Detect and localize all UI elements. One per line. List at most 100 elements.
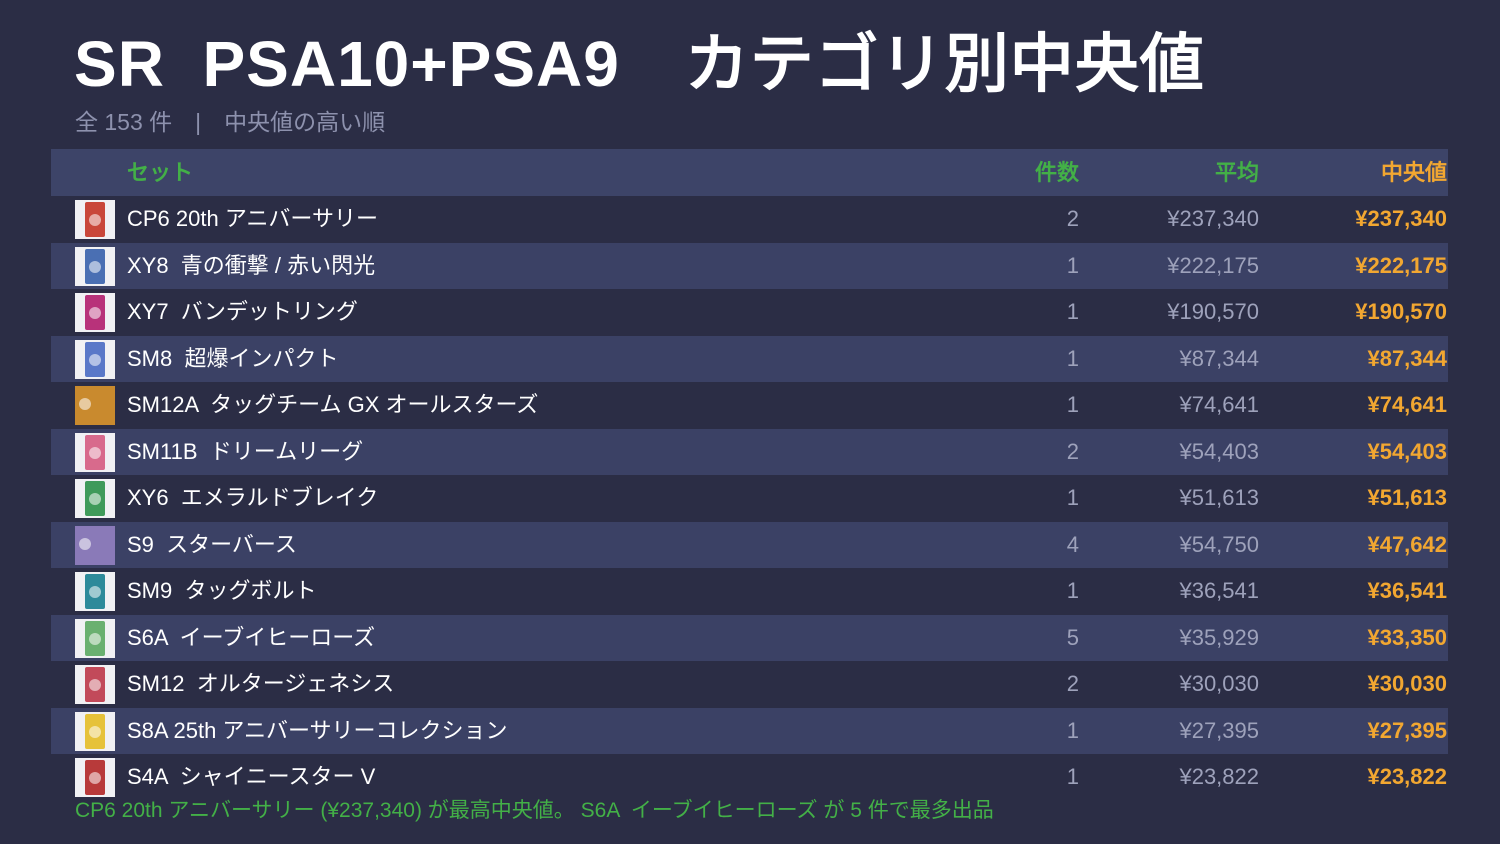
- header-median: 中央値: [1380, 160, 1447, 185]
- set-thumbnail: [75, 200, 115, 239]
- set-thumbnail: [75, 386, 115, 425]
- table-row: SM9 タッグボルト 1 ¥36,541 ¥36,541: [51, 568, 1448, 615]
- average-price: ¥87,344: [1179, 345, 1259, 371]
- median-price: ¥237,340: [1355, 206, 1447, 231]
- summary-footer: CP6 20th アニバーサリー (¥237,340) が最高中央値。 S6A …: [75, 799, 994, 822]
- average-price: ¥222,175: [1167, 252, 1259, 278]
- booster-pack-image: [85, 295, 105, 330]
- booster-pack-image: [85, 434, 105, 470]
- set-name: XY8 青の衝撃 / 赤い閃光: [127, 252, 376, 278]
- table-row: SM11B ドリームリーグ 2 ¥54,403 ¥54,403: [51, 428, 1448, 475]
- booster-pack-image: [85, 620, 105, 656]
- set-thumbnail: [75, 432, 115, 472]
- median-price: ¥23,822: [1367, 764, 1447, 789]
- item-count: 2: [1066, 671, 1079, 696]
- table-row: SM8 超爆インパクト 1 ¥87,344 ¥87,344: [51, 335, 1448, 382]
- median-price: ¥222,175: [1355, 252, 1447, 278]
- booster-pack-image: [85, 481, 105, 516]
- set-thumbnail: [75, 711, 115, 751]
- booster-pack-image: [85, 202, 105, 237]
- average-price: ¥51,613: [1179, 485, 1259, 510]
- average-price: ¥23,822: [1179, 764, 1259, 789]
- table-body: CP6 20th アニバーサリー 2 ¥237,340 ¥237,340 XY8 青の衝…: [51, 196, 1448, 801]
- item-count: 1: [1066, 485, 1079, 510]
- booster-pack-image: [85, 713, 105, 749]
- page-subtitle: 全 153 件 | 中央値の高い順: [75, 109, 386, 135]
- booster-pack-image: [75, 386, 115, 425]
- set-name: SM9 タッグボルト: [127, 578, 317, 603]
- set-name: SM8 超爆インパクト: [127, 345, 339, 371]
- item-count: 1: [1066, 252, 1079, 278]
- median-price: ¥33,350: [1367, 624, 1447, 650]
- set-thumbnail: [75, 525, 115, 565]
- average-price: ¥74,641: [1179, 392, 1259, 417]
- item-count: 1: [1066, 299, 1079, 324]
- set-thumbnail: [75, 479, 115, 518]
- average-price: ¥36,541: [1179, 578, 1259, 603]
- table-row: S9 スターバース 4 ¥54,750 ¥47,642: [51, 521, 1448, 568]
- median-price: ¥87,344: [1367, 345, 1447, 371]
- table-row: SM12A タッグチーム GX オールスターズ 1 ¥74,641 ¥74,641: [51, 382, 1448, 429]
- header-count: 件数: [1034, 160, 1079, 185]
- table-header: セット 件数 平均 中央値: [51, 149, 1448, 196]
- median-price: ¥36,541: [1367, 578, 1447, 603]
- average-price: ¥35,929: [1179, 624, 1259, 650]
- set-name: S8A 25th アニバーサリーコレクション: [127, 717, 508, 743]
- table-row: CP6 20th アニバーサリー 2 ¥237,340 ¥237,340: [51, 196, 1448, 243]
- item-count: 2: [1066, 438, 1079, 464]
- page-title: SR PSA10+PSA9 カテゴリ別中央値: [74, 28, 1205, 100]
- average-price: ¥30,030: [1179, 671, 1259, 696]
- table-row: XY7 バンデットリング 1 ¥190,570 ¥190,570: [51, 289, 1448, 336]
- set-thumbnail: [75, 758, 115, 797]
- table-row: S6A イーブイヒーローズ 5 ¥35,929 ¥33,350: [51, 614, 1448, 661]
- table-row: S8A 25th アニバーサリーコレクション 1 ¥27,395 ¥27,395: [51, 707, 1448, 754]
- set-name: SM11B ドリームリーグ: [127, 438, 364, 464]
- median-price: ¥190,570: [1355, 299, 1447, 324]
- booster-pack-image: [85, 760, 105, 795]
- item-count: 5: [1066, 624, 1079, 650]
- item-count: 1: [1066, 345, 1079, 371]
- median-price: ¥47,642: [1367, 531, 1447, 557]
- set-name: CP6 20th アニバーサリー: [127, 206, 378, 231]
- set-name: S4A シャイニースター V: [127, 764, 376, 789]
- set-thumbnail: [75, 618, 115, 658]
- booster-pack-image: [85, 574, 105, 609]
- median-price: ¥54,403: [1367, 438, 1447, 464]
- median-price: ¥27,395: [1367, 717, 1447, 743]
- booster-pack-image: [85, 341, 105, 377]
- median-price: ¥51,613: [1367, 485, 1447, 510]
- table-row: XY8 青の衝撃 / 赤い閃光 1 ¥222,175 ¥222,175: [51, 242, 1448, 289]
- booster-pack-image: [75, 525, 115, 565]
- median-table: セット 件数 平均 中央値 CP6 20th アニバーサリー 2 ¥237,340 ¥…: [51, 149, 1448, 801]
- set-thumbnail: [75, 665, 115, 704]
- item-count: 2: [1066, 206, 1079, 231]
- item-count: 1: [1066, 392, 1079, 417]
- table-row: SM12 オルタージェネシス 2 ¥30,030 ¥30,030: [51, 661, 1448, 708]
- table-row: XY6 エメラルドブレイク 1 ¥51,613 ¥51,613: [51, 475, 1448, 522]
- item-count: 4: [1066, 531, 1079, 557]
- set-thumbnail: [75, 339, 115, 379]
- average-price: ¥237,340: [1167, 206, 1259, 231]
- average-price: ¥54,403: [1179, 438, 1259, 464]
- booster-pack-image: [85, 248, 105, 284]
- average-price: ¥54,750: [1179, 531, 1259, 557]
- median-price: ¥30,030: [1367, 671, 1447, 696]
- set-thumbnail: [75, 246, 115, 286]
- average-price: ¥190,570: [1167, 299, 1259, 324]
- set-name: XY6 エメラルドブレイク: [127, 485, 379, 510]
- set-name: XY7 バンデットリング: [127, 299, 358, 324]
- set-name: S6A イーブイヒーローズ: [127, 624, 376, 650]
- average-price: ¥27,395: [1179, 717, 1259, 743]
- set-name: S9 スターバース: [127, 531, 297, 557]
- item-count: 1: [1066, 578, 1079, 603]
- set-thumbnail: [75, 293, 115, 332]
- set-name: SM12 オルタージェネシス: [127, 671, 395, 696]
- header-average: 平均: [1214, 160, 1259, 185]
- item-count: 1: [1066, 717, 1079, 743]
- set-thumbnail: [75, 572, 115, 611]
- item-count: 1: [1066, 764, 1079, 789]
- set-name: SM12A タッグチーム GX オールスターズ: [127, 392, 539, 417]
- header-set: セット: [127, 160, 194, 185]
- table-row: S4A シャイニースター V 1 ¥23,822 ¥23,822: [51, 754, 1448, 801]
- booster-pack-image: [85, 667, 105, 702]
